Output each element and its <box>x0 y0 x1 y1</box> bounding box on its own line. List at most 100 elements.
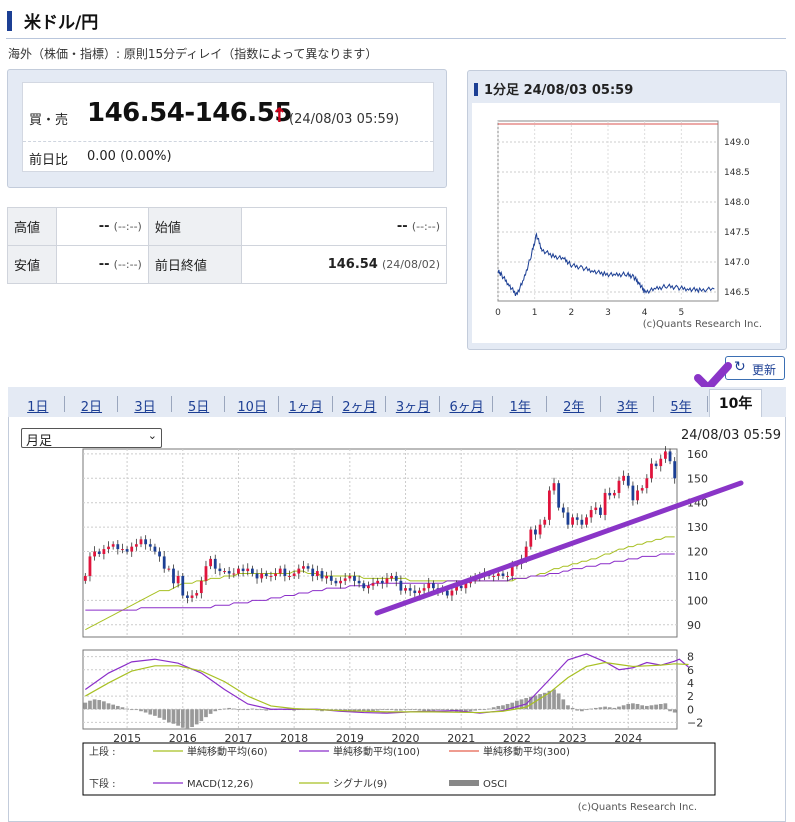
osci-bar <box>218 709 222 711</box>
osci-bar <box>231 708 236 710</box>
candle-body <box>88 556 92 576</box>
candle-body <box>83 575 87 581</box>
candle-body <box>571 517 574 525</box>
osci-bar <box>631 703 635 710</box>
osci-bar <box>445 709 450 711</box>
osci-bar <box>134 709 139 711</box>
delay-note: 海外（株価・指標）: 原則15分ディレイ（指数によって異なります） <box>8 47 378 61</box>
tab-10日[interactable]: 10日 <box>226 396 279 415</box>
current-price: 146.54-146.55 <box>87 98 292 128</box>
intraday-y-tick: 147.0 <box>724 258 750 268</box>
osci-bar <box>222 708 227 710</box>
osci-bar <box>584 709 589 711</box>
candle-body <box>223 571 226 573</box>
tab-1日[interactable]: 1日 <box>12 396 65 415</box>
osci-bar <box>385 709 389 711</box>
candle-body <box>237 568 240 574</box>
tab-3日[interactable]: 3日 <box>119 396 172 415</box>
tab-6ヶ月[interactable]: 6ヶ月 <box>441 396 494 415</box>
intraday-y-tick: 147.5 <box>724 228 750 238</box>
tab-3ヶ月[interactable]: 3ヶ月 <box>387 396 440 415</box>
osci-bar <box>115 705 120 710</box>
candle-body <box>130 546 134 552</box>
candle-body <box>617 480 621 493</box>
open-time: (--:--) <box>411 220 440 233</box>
intraday-y-tick: 148.5 <box>724 168 750 178</box>
candle-body <box>622 475 626 481</box>
upper-y-tick: 150 <box>687 472 708 485</box>
candle-body <box>181 575 185 596</box>
quote-divider <box>23 141 433 142</box>
table-row: 安値 -- (--:--) 前日終値 146.54 (24/08/02) <box>7 245 448 284</box>
intraday-y-tick: 148.0 <box>724 198 750 208</box>
quote-card: 買・売 146.54-146.55 ↑ (24/08/03 05:59) 前日比… <box>22 82 434 172</box>
tab-1ヶ月[interactable]: 1ヶ月 <box>280 396 333 415</box>
candle-body <box>172 568 175 584</box>
candle-body <box>612 492 616 496</box>
tab-5日[interactable]: 5日 <box>173 396 226 415</box>
candle-body <box>274 573 277 576</box>
osci-bar <box>180 709 185 728</box>
osci-bar <box>204 709 208 718</box>
quote-time: (24/08/03 05:59) <box>289 112 400 127</box>
candle-body <box>594 507 598 511</box>
candle-body <box>422 588 426 591</box>
tab-1年[interactable]: 1年 <box>494 396 547 415</box>
legend-item: 単純移動平均(300) <box>483 745 570 758</box>
tab-3年[interactable]: 3年 <box>602 396 655 415</box>
checkmark-stroke <box>694 362 732 392</box>
tab-5年[interactable]: 5年 <box>655 396 708 415</box>
osci-bar <box>83 702 88 710</box>
legend-item: シグナル(9) <box>333 777 387 790</box>
tab-2年[interactable]: 2年 <box>548 396 601 415</box>
prev-close-value: 146.54 <box>327 257 378 272</box>
high-label: 高値 <box>7 207 57 246</box>
tab-10年[interactable]: 10年 <box>708 389 763 418</box>
candle-body <box>418 590 421 594</box>
refresh-label: 更新 <box>752 363 777 377</box>
osci-bar <box>259 709 264 711</box>
osci-bar <box>672 709 677 713</box>
osci-bar <box>194 709 199 725</box>
open-label: 始値 <box>147 207 242 246</box>
intraday-y-tick: 149.0 <box>724 138 750 148</box>
lower-y-tick: −2 <box>687 716 703 729</box>
candle-body <box>292 573 296 576</box>
candle-body <box>250 568 254 574</box>
candle-body <box>362 583 366 589</box>
candle-body <box>585 517 588 525</box>
osci-bar <box>190 709 194 728</box>
osci-bar <box>515 700 519 710</box>
refresh-button[interactable]: ↻ 更新 <box>725 356 785 380</box>
osci-bar <box>491 707 496 710</box>
candle-body <box>501 573 505 576</box>
upper-y-tick: 130 <box>687 521 708 534</box>
candle-body <box>283 568 287 576</box>
osci-bar <box>598 707 603 710</box>
candle-body <box>431 583 435 589</box>
osci-bar <box>412 709 417 711</box>
osci-bar <box>589 708 594 710</box>
osci-bar <box>496 705 501 710</box>
period-tabs: 1日 2日 3日 5日 10日 1ヶ月 2ヶ月 3ヶ月 6ヶ月 1年 2年 3年 5年 10年 <box>8 387 786 418</box>
candle-body <box>246 568 250 572</box>
intraday-x-tick: 3 <box>605 308 611 318</box>
osci-bar <box>92 699 97 710</box>
page-header: 米ドル/円 <box>6 6 786 39</box>
tab-2ヶ月[interactable]: 2ヶ月 <box>334 396 387 415</box>
lower-y-tick: 4 <box>687 677 694 690</box>
candle-body <box>408 588 412 591</box>
candle-body <box>315 571 319 576</box>
intraday-y-tick: 146.5 <box>724 288 750 298</box>
osci-bar <box>148 709 153 715</box>
candle-body <box>116 544 120 550</box>
tab-2日[interactable]: 2日 <box>66 396 119 415</box>
ohlc-table: 高値 -- (--:--) 始値 -- (--:--) 安値 -- (--:--… <box>7 207 448 284</box>
osci-bar <box>153 709 157 716</box>
candle-body <box>107 546 110 550</box>
candle-body <box>232 573 236 575</box>
candle-body <box>608 492 612 496</box>
osci-bar <box>561 699 566 710</box>
intraday-chart-area: 149.0 148.5 148.0 147.5 147.0 146.5 0 1 2 3 4 5 (c)Q… <box>472 103 780 343</box>
quote-panel: 買・売 146.54-146.55 ↑ (24/08/03 05:59) 前日比… <box>7 69 447 188</box>
